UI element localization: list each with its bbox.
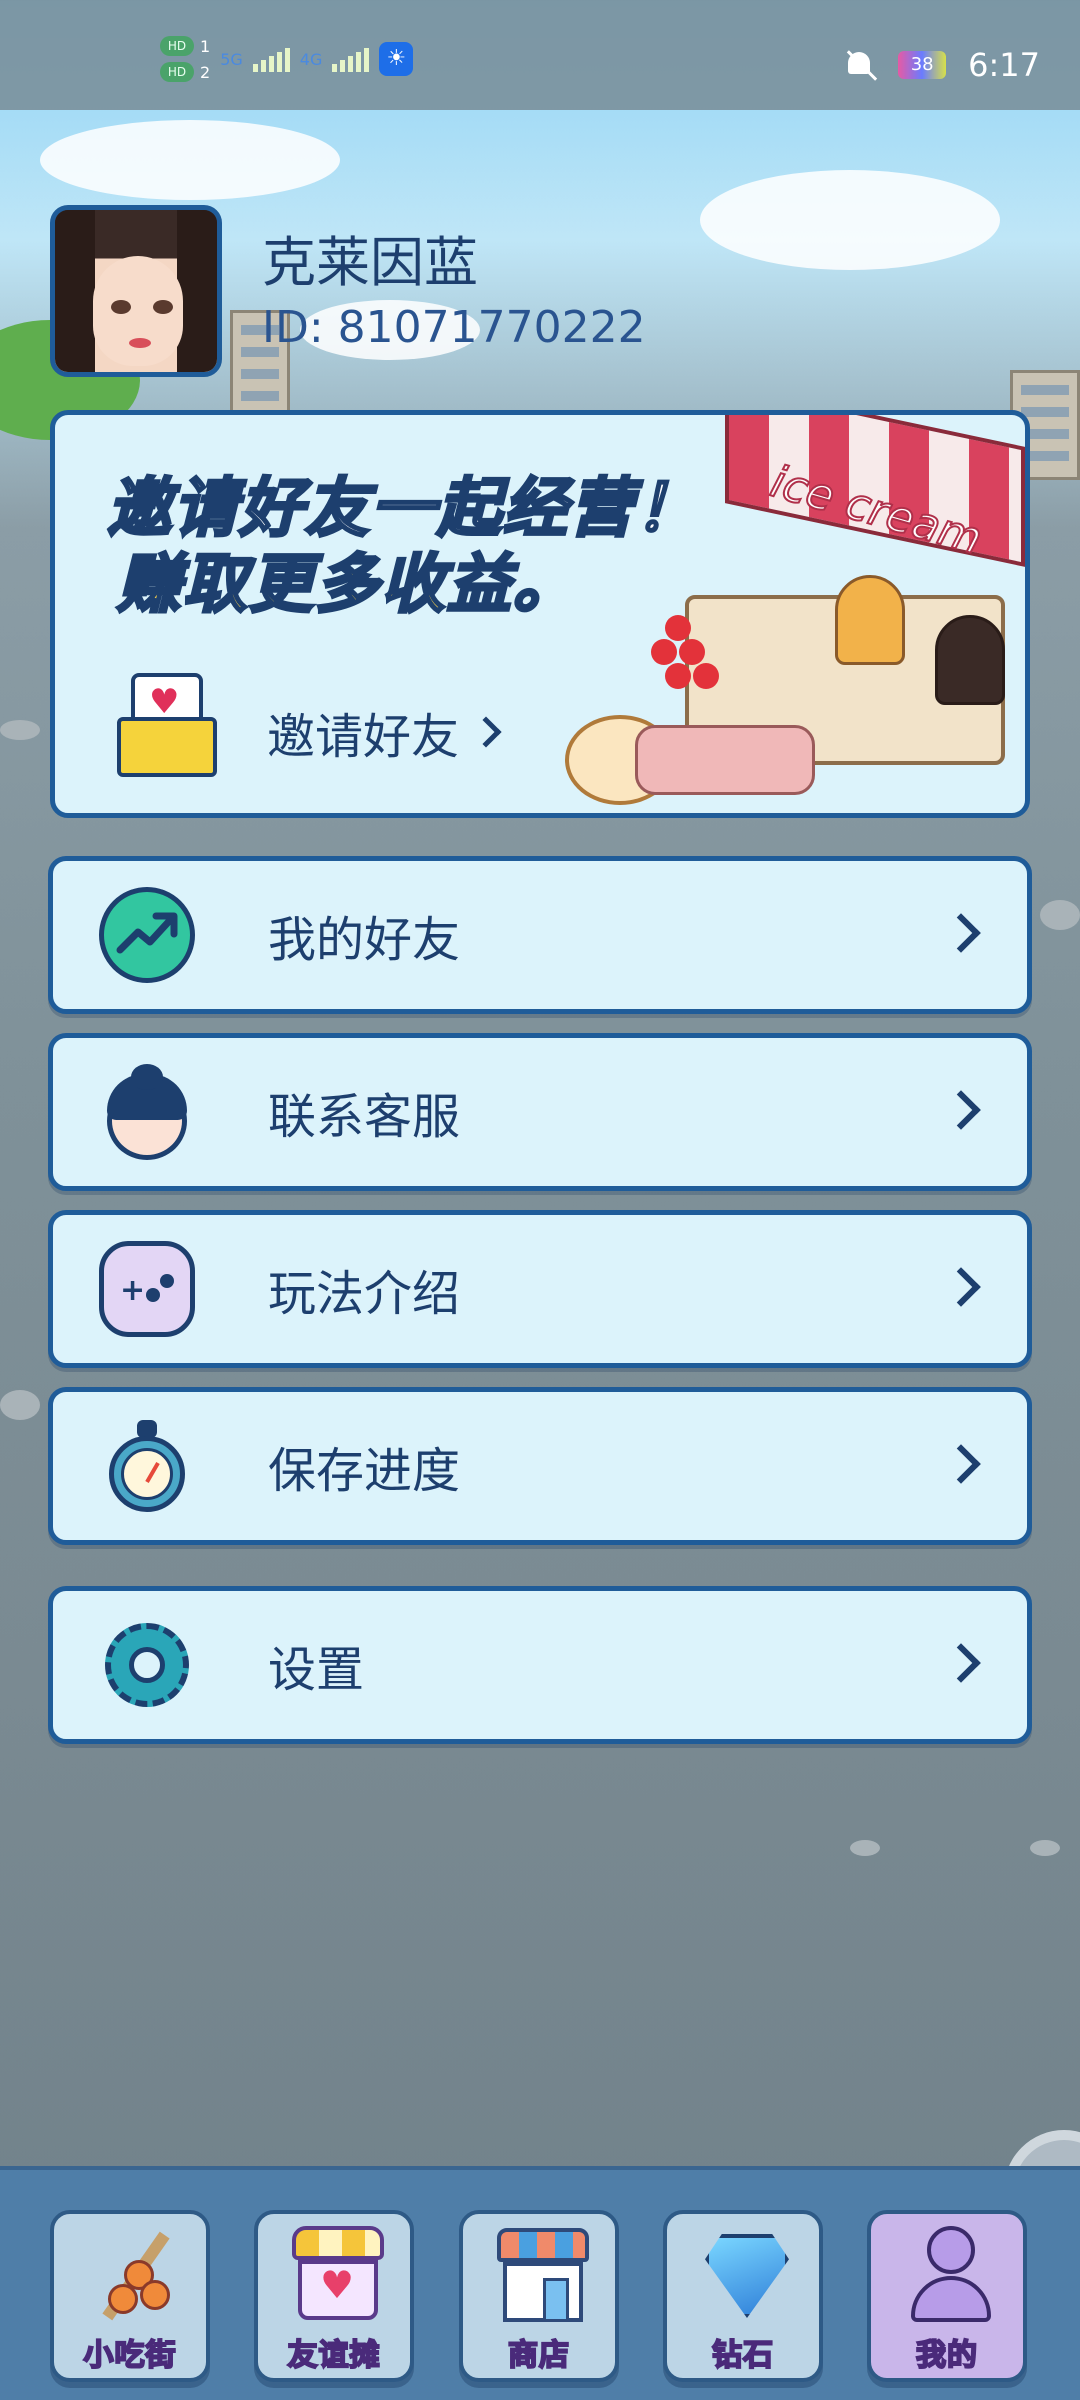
- sim2-label: 2: [200, 62, 211, 82]
- stone: [0, 1390, 40, 1420]
- invite-subheadline: 赚取更多收益。: [116, 547, 579, 624]
- customer-service-icon: [99, 1064, 195, 1160]
- net1-label: 5G: [220, 49, 243, 69]
- trend-up-icon: [99, 887, 195, 983]
- nav-label: 小吃街: [83, 2337, 177, 2374]
- cloud: [40, 120, 340, 200]
- signal-icon: [252, 46, 290, 72]
- nav-friendship-stall[interactable]: ♥ 友谊摊: [254, 2210, 414, 2382]
- chevron-right-icon: [941, 1444, 981, 1484]
- username: 克莱因蓝: [262, 231, 478, 294]
- mute-bell-icon: [842, 48, 876, 82]
- menu-label: 玩法介绍: [268, 1266, 461, 1322]
- stone: [1030, 1840, 1060, 1856]
- nav-label: 钻石: [711, 2337, 774, 2374]
- menu-label: 保存进度: [268, 1443, 461, 1499]
- stone: [0, 720, 40, 740]
- nav-diamond[interactable]: 钻石: [663, 2210, 823, 2382]
- menu-item-settings[interactable]: 设置: [48, 1586, 1032, 1744]
- bottom-nav: 小吃街 ♥ 友谊摊 商店 钻石 我的: [0, 2166, 1080, 2400]
- hd-badge: HD: [160, 62, 194, 82]
- clock: 6:17: [968, 46, 1040, 84]
- nav-me[interactable]: 我的: [867, 2210, 1027, 2382]
- nav-label: 商店: [507, 2337, 570, 2374]
- battery-icon: 38: [898, 51, 947, 79]
- chevron-right-icon: [941, 1643, 981, 1683]
- nav-snack-street[interactable]: 小吃街: [50, 2210, 210, 2382]
- diamond-icon: [697, 2220, 797, 2330]
- profile-icon: [901, 2220, 1001, 2330]
- stone: [850, 1840, 880, 1856]
- gear-icon: [99, 1617, 195, 1713]
- menu-item-my-friends[interactable]: 我的好友: [48, 856, 1032, 1014]
- chevron-right-icon: [470, 716, 502, 748]
- sim1-label: 1: [200, 36, 211, 56]
- status-left: HD 1 HD 2 5G 4G ☀: [160, 36, 414, 82]
- menu-item-customer-service[interactable]: 联系客服: [48, 1033, 1032, 1191]
- invite-card[interactable]: ice cream 邀请好友一起经营！ 赚取更多收益。 ♥ 邀请好友: [50, 410, 1030, 818]
- signal-icon: [332, 46, 370, 72]
- nav-label: 友谊摊: [287, 2337, 381, 2374]
- hd-badge: HD: [160, 36, 194, 56]
- invite-friends-label: 邀请好友: [267, 709, 460, 765]
- gamepad-icon: +: [99, 1241, 195, 1337]
- shop-icon: [493, 2220, 593, 2330]
- lightbulb-icon: ☀: [379, 42, 414, 76]
- status-bar: HD 1 HD 2 5G 4G ☀ 38 6:17: [0, 0, 1080, 110]
- nav-shop[interactable]: 商店: [459, 2210, 619, 2382]
- invite-friends-button[interactable]: 邀请好友: [267, 697, 502, 767]
- menu-item-save-progress[interactable]: 保存进度: [48, 1387, 1032, 1545]
- cloud: [700, 170, 1000, 270]
- menu-label: 我的好友: [268, 912, 461, 968]
- user-id: ID: 81071770222: [262, 302, 646, 353]
- nav-label: 我的: [915, 2337, 978, 2374]
- status-right: 38 6:17: [842, 46, 1040, 84]
- chevron-right-icon: [941, 1090, 981, 1130]
- skewer-icon: [84, 2220, 184, 2330]
- avatar[interactable]: [50, 205, 222, 377]
- stopwatch-icon: [99, 1418, 195, 1514]
- net2-label: 4G: [299, 49, 323, 69]
- menu-item-how-to-play[interactable]: + 玩法介绍: [48, 1210, 1032, 1368]
- chevron-right-icon: [941, 913, 981, 953]
- chevron-right-icon: [941, 1267, 981, 1307]
- stone: [1040, 900, 1080, 930]
- stall-heart-icon: ♥: [288, 2220, 388, 2330]
- menu-label: 设置: [268, 1642, 365, 1698]
- mail-heart-icon: ♥: [117, 673, 217, 777]
- sim-stack: HD 1 HD 2: [160, 36, 210, 82]
- menu-label: 联系客服: [268, 1089, 461, 1145]
